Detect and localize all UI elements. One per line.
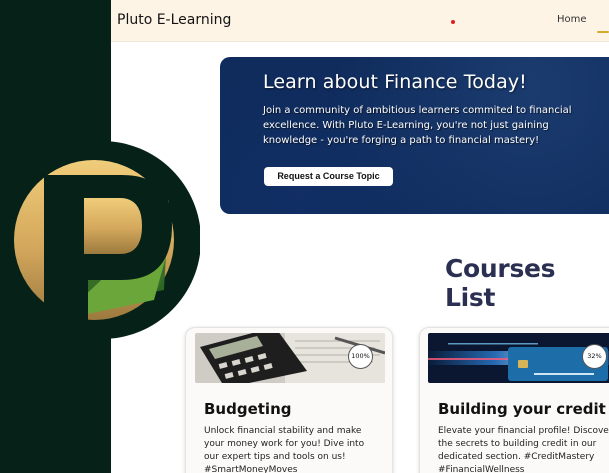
hero-title: Learn about Finance Today! <box>263 71 527 93</box>
brand-title[interactable]: Pluto E-Learning <box>117 12 231 28</box>
hero-description: Join a community of ambitious learners c… <box>263 105 572 146</box>
nav-home-link[interactable]: Home <box>557 14 587 25</box>
course-title: Budgeting <box>204 400 292 418</box>
hero-banner: Learn about Finance Today! Join a commun… <box>220 57 609 214</box>
active-nav-indicator <box>597 31 609 33</box>
top-bar: Pluto E-Learning Home <box>111 0 609 42</box>
notification-dot <box>451 20 455 24</box>
course-description: Elevate your financial profile! Discover… <box>438 426 609 473</box>
progress-badge: 32% <box>582 344 607 369</box>
progress-badge: 100% <box>348 344 373 369</box>
course-card-budgeting[interactable]: 100% Budgeting Unlock financial stabilit… <box>185 327 393 473</box>
course-title: Building your credit <box>438 400 606 418</box>
request-course-button[interactable]: Request a Course Topic <box>264 167 393 186</box>
pluto-logo <box>4 141 200 339</box>
course-card-credit[interactable]: 32% Building your credit Elevate your fi… <box>419 327 609 473</box>
courses-list-title: Courses List <box>445 254 556 312</box>
sidebar <box>0 0 200 473</box>
course-description: Unlock financial stability and make your… <box>204 426 365 473</box>
